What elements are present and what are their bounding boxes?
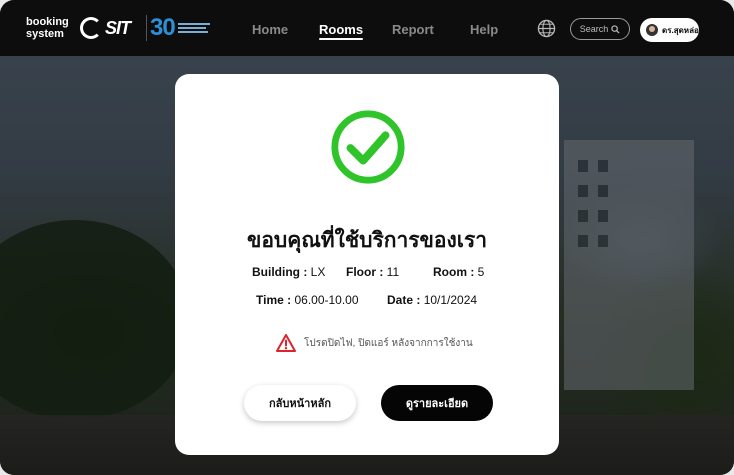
- room-label: Room :: [433, 265, 475, 279]
- top-navbar: booking system SIT 30 Home Rooms Report …: [0, 0, 734, 56]
- globe-icon[interactable]: [537, 19, 556, 38]
- anniversary-logo: 30: [150, 13, 210, 43]
- brand-line1: booking: [26, 16, 69, 28]
- floor-value: 11: [386, 265, 400, 279]
- date-label: Date :: [387, 293, 421, 307]
- room-value: 5: [477, 265, 485, 279]
- time-info: Time : 06.00-10.00: [256, 293, 359, 307]
- back-to-home-button[interactable]: กลับหน้าหลัก: [244, 385, 356, 421]
- nav-report[interactable]: Report: [392, 22, 434, 37]
- nav-home[interactable]: Home: [252, 22, 288, 37]
- search-icon: [611, 24, 620, 34]
- view-details-button[interactable]: ดูรายละเอียด: [381, 385, 493, 421]
- building-value: LX: [310, 265, 326, 279]
- search-input[interactable]: Search: [570, 18, 630, 40]
- logo-divider: [146, 15, 147, 41]
- check-circle-icon: [331, 110, 405, 184]
- warning-text: โปรดปิดไฟ, ปิดแอร์ หลังจากการใช้งาน: [304, 337, 473, 349]
- sit-logo-text: SIT: [105, 17, 131, 38]
- user-profile-button[interactable]: ดร.สุดหล่อ: [640, 18, 699, 42]
- warning-icon: [276, 334, 296, 352]
- time-label: Time :: [256, 293, 292, 307]
- sit-swirl-icon: [80, 17, 102, 39]
- floor-label: Floor :: [346, 265, 384, 279]
- search-placeholder: Search: [579, 24, 609, 34]
- brand-line2: system: [26, 28, 64, 40]
- brand-logo[interactable]: booking system: [26, 16, 69, 40]
- modal-title: ขอบคุณที่ใช้บริการของเรา: [246, 229, 488, 252]
- anniversary-number: 30: [150, 14, 176, 41]
- building-info: Building : LX: [252, 265, 325, 279]
- nav-rooms[interactable]: Rooms: [319, 22, 364, 40]
- anniversary-tagline: [177, 23, 210, 33]
- nav-help[interactable]: Help: [470, 22, 498, 37]
- user-name: ดร.สุดหล่อ: [662, 25, 699, 35]
- date-value: 10/1/2024: [423, 293, 478, 307]
- booking-success-modal: ขอบคุณที่ใช้บริการของเรา Building : LX F…: [175, 74, 559, 455]
- building-label: Building :: [252, 265, 308, 279]
- avatar: [646, 24, 658, 36]
- sit-logo: SIT: [80, 14, 140, 42]
- usage-warning: โปรดปิดไฟ, ปิดแอร์ หลังจากการใช้งาน: [276, 334, 473, 352]
- date-info: Date : 10/1/2024: [387, 293, 477, 307]
- floor-info: Floor : 11: [346, 265, 399, 279]
- time-value: 06.00-10.00: [294, 293, 359, 307]
- room-info: Room : 5: [433, 265, 484, 279]
